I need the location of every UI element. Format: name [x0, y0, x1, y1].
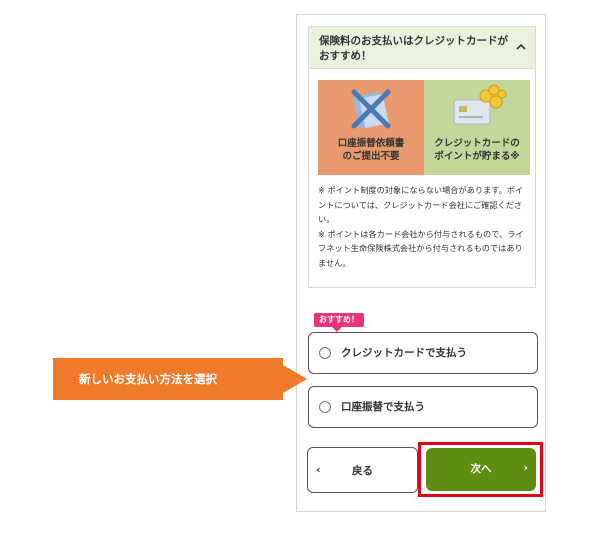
payment-recommendation-panel: 保険料のお支払いはクレジットカードがおすすめ！ 口座振替依頼書 のご提出不要 ク… — [308, 26, 536, 288]
option-credit-card-label: クレジットカードで支払う — [341, 347, 467, 359]
next-button[interactable]: 次へ › — [426, 448, 536, 491]
radio-bank-transfer[interactable] — [319, 401, 331, 413]
chevron-up-icon[interactable] — [515, 41, 527, 53]
next-button-label: 次へ — [470, 463, 492, 475]
feature-card-points: クレジットカードの ポイントが貯まる※ — [424, 80, 530, 175]
option-credit-card[interactable]: クレジットカードで支払う — [308, 332, 538, 374]
chevron-right-icon: › — [523, 461, 528, 474]
option-bank-transfer[interactable]: 口座振替で支払う — [308, 386, 538, 428]
note-1: ※ ポイント制度の対象にならない場合があります。ポイントについては、クレジットカ… — [318, 185, 524, 224]
note-2: ※ ポイントは各カード会社から付与されるもので、ライフネット生命保険株式会社から… — [318, 228, 524, 268]
feature-no-form: 口座振替依頼書 のご提出不要 — [318, 80, 424, 175]
callout-text: 新しいお支払い方法を選択 — [79, 372, 217, 386]
back-button[interactable]: ‹ 戻る — [307, 447, 418, 493]
feature-no-form-label: 口座振替依頼書 のご提出不要 — [337, 138, 405, 162]
back-button-label: 戻る — [352, 465, 373, 477]
panel-title: 保険料のお支払いはクレジットカードがおすすめ！ — [319, 35, 508, 62]
option-bank-transfer-label: 口座振替で支払う — [341, 401, 425, 413]
credit-card-coins-icon — [453, 84, 507, 125]
panel-notes: ※ ポイント制度の対象にならない場合があります。ポイントについては、クレジットカ… — [318, 183, 530, 270]
feature-card-points-label: クレジットカードの ポイントが貯まる※ — [434, 138, 520, 162]
radio-credit-card[interactable] — [319, 347, 331, 359]
no-paper-icon — [351, 89, 391, 129]
instruction-callout: 新しいお支払い方法を選択 — [53, 358, 307, 400]
recommend-badge: おすすめ！ — [314, 313, 364, 332]
panel-header[interactable]: 保険料のお支払いはクレジットカードがおすすめ！ — [309, 27, 535, 69]
